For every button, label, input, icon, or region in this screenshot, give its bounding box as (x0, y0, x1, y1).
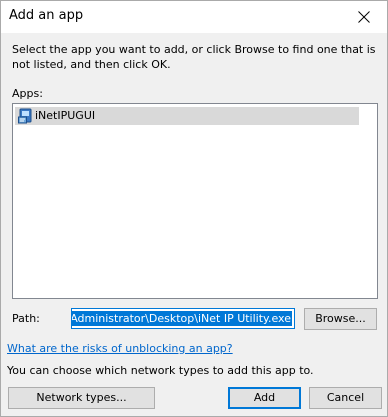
network-types-button[interactable]: Network types... (8, 387, 155, 409)
app-item-label: iNetIPUGUI (35, 109, 96, 122)
close-icon (358, 11, 370, 23)
window-title: Add an app (9, 8, 84, 23)
path-input[interactable]: ers\Administrator\Desktop\iNet IP Utilit… (71, 308, 295, 329)
apps-label: Apps: (12, 87, 43, 100)
apps-list[interactable]: iNetIPUGUI (12, 103, 378, 299)
network-types-text: You can choose which network types to ad… (7, 364, 314, 377)
cancel-button[interactable]: Cancel (309, 387, 382, 409)
list-item[interactable]: iNetIPUGUI (15, 107, 359, 125)
add-button[interactable]: Add (228, 387, 301, 409)
path-label: Path: (12, 312, 40, 325)
path-value: ers\Administrator\Desktop\iNet IP Utilit… (72, 311, 292, 326)
instructions-text: Select the app you want to add, or click… (12, 43, 376, 71)
browse-button[interactable]: Browse... (304, 308, 377, 330)
risks-link[interactable]: What are the risks of unblocking an app? (7, 342, 233, 355)
add-app-dialog: Add an app Select the app you want to ad… (0, 0, 388, 417)
app-icon (18, 108, 32, 124)
title-bar[interactable]: Add an app (1, 1, 387, 33)
close-button[interactable] (341, 1, 387, 33)
